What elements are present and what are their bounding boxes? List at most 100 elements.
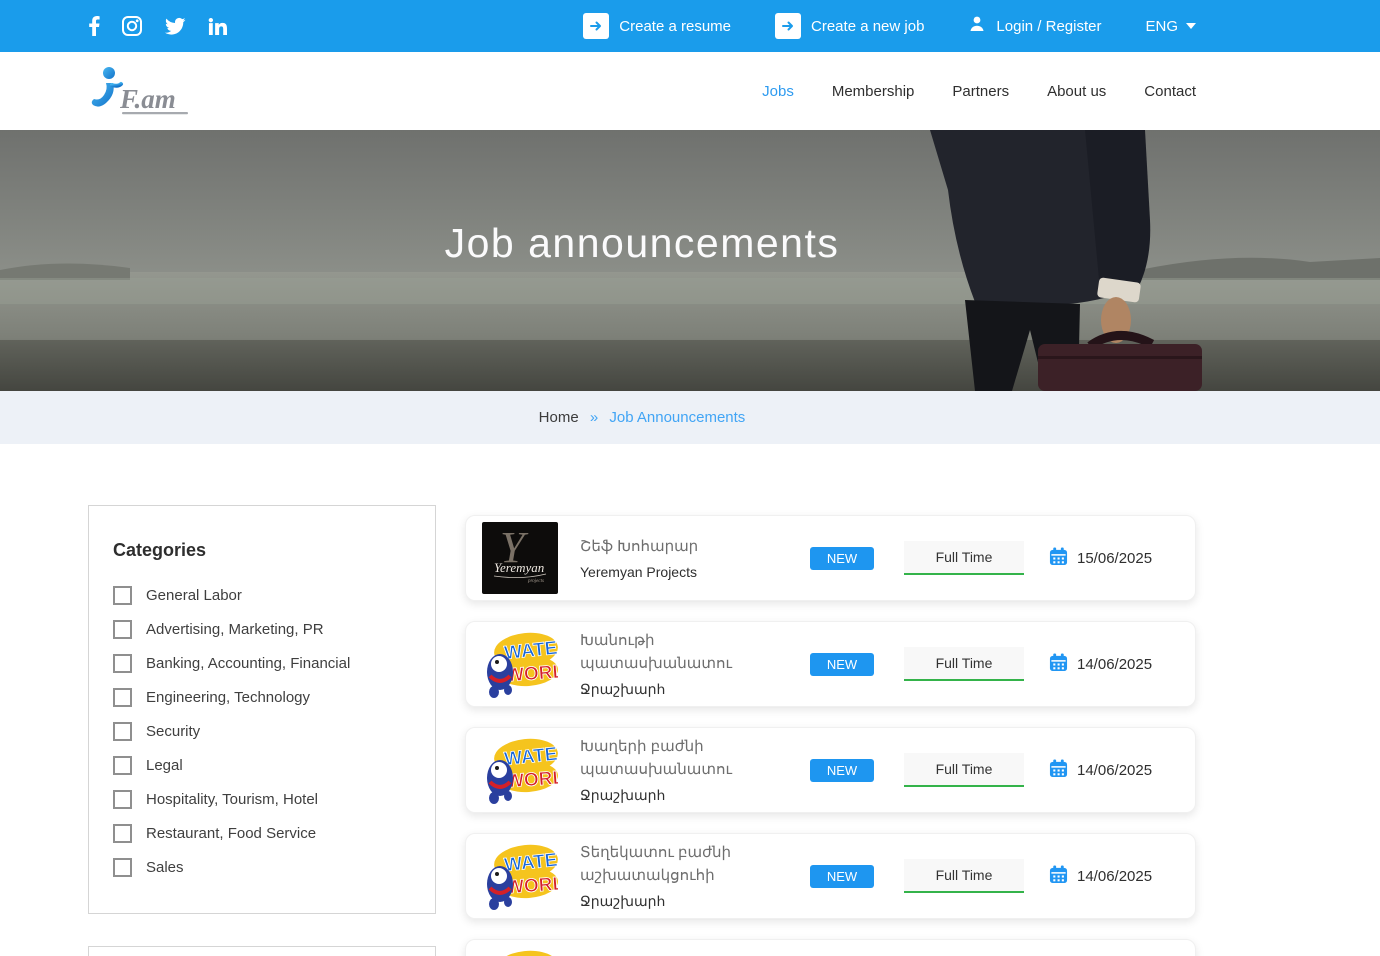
yeremyan-projects-logo: Y Yeremyan projects: [482, 522, 558, 594]
job-card[interactable]: WATER WORLD Տեղեկատու բաժնի աշխատակցուհի…: [465, 833, 1196, 919]
calendar-icon: [1049, 758, 1068, 782]
checkbox[interactable]: [113, 653, 132, 673]
category-row-legal[interactable]: Legal: [113, 755, 411, 775]
job-title[interactable]: Շեֆ Խոհարար: [580, 536, 795, 559]
category-label: Sales: [146, 858, 184, 876]
job-card[interactable]: WATER WORLD Խաղերի բաժնի պատասխանատու Ջր…: [465, 727, 1196, 813]
job-date: 14/06/2025: [1077, 761, 1153, 779]
job-date: 14/06/2025: [1077, 655, 1153, 673]
job-card[interactable]: Y Yeremyan projects Շեֆ Խոհարար Yeremyan…: [465, 515, 1196, 601]
category-row-restaurant[interactable]: Restaurant, Food Service: [113, 823, 411, 843]
employment-type: Full Time: [904, 647, 1024, 681]
top-bar: Create a resume Create a new job Login /…: [0, 0, 1380, 52]
filters-sidebar: Categories General Labor Advertising, Ma…: [88, 505, 436, 956]
job-card[interactable]: WATER WORLD: [465, 939, 1196, 956]
water-world-logo: WATER WORLD: [482, 946, 558, 956]
category-label: Advertising, Marketing, PR: [146, 620, 324, 638]
create-job-label: Create a new job: [811, 17, 925, 35]
instagram-icon[interactable]: [122, 16, 142, 36]
login-register-button[interactable]: Login / Register: [968, 15, 1101, 37]
nav-membership[interactable]: Membership: [832, 83, 915, 100]
categories-box: Categories General Labor Advertising, Ma…: [88, 505, 436, 914]
create-resume-button[interactable]: Create a resume: [583, 13, 731, 39]
nav-partners[interactable]: Partners: [952, 83, 1009, 100]
checkbox[interactable]: [113, 687, 132, 707]
calendar-icon: [1049, 546, 1068, 570]
job-card[interactable]: WATER WORLD Խանութի պատասխանատու Ջրաշխար…: [465, 621, 1196, 707]
new-badge: NEW: [810, 758, 874, 782]
category-row-security[interactable]: Security: [113, 721, 411, 741]
language-label: ENG: [1145, 17, 1178, 35]
main-nav: Jobs Membership Partners About us Contac…: [762, 83, 1196, 100]
nav-about-us[interactable]: About us: [1047, 83, 1106, 100]
water-world-logo: WATER WORLD: [482, 628, 558, 700]
categories-title: Categories: [113, 540, 207, 560]
checkbox[interactable]: [113, 619, 132, 639]
category-row-hospitality[interactable]: Hospitality, Tourism, Hotel: [113, 789, 411, 809]
page-title: Job announcements: [444, 220, 840, 266]
job-company[interactable]: Ջրաշխարհ: [580, 681, 810, 698]
breadcrumb-separator: »: [589, 409, 599, 426]
category-label: Legal: [146, 756, 183, 774]
svg-text:Yeremyan: Yeremyan: [494, 560, 544, 575]
category-label: Security: [146, 722, 201, 740]
category-label: Restaurant, Food Service: [146, 824, 317, 842]
job-company[interactable]: Yeremyan Projects: [580, 564, 810, 580]
water-world-logo: WATER WORLD: [482, 840, 558, 912]
calendar-icon: [1049, 864, 1068, 888]
nav-contact[interactable]: Contact: [1144, 83, 1196, 100]
calendar-icon: [1049, 652, 1068, 676]
breadcrumb-bar: Home » Job Announcements: [0, 391, 1380, 444]
job-title[interactable]: Խանութի պատասխանատու: [580, 630, 795, 675]
create-resume-label: Create a resume: [619, 17, 732, 35]
svg-text:WORLD: WORLD: [505, 661, 558, 687]
breadcrumb-current[interactable]: Job Announcements: [609, 409, 745, 426]
job-title[interactable]: Տեղեկատու բաժնի աշխատակցուհի: [580, 842, 795, 887]
checkbox[interactable]: [113, 755, 132, 775]
create-job-button[interactable]: Create a new job: [775, 13, 924, 39]
language-dropdown[interactable]: ENG: [1145, 18, 1196, 35]
social-links: [88, 16, 227, 36]
category-row-sales[interactable]: Sales: [113, 857, 411, 877]
job-date: 15/06/2025: [1077, 549, 1153, 567]
svg-text:WORLD: WORLD: [505, 873, 558, 899]
category-label: General Labor: [146, 586, 242, 604]
breadcrumb-home-link[interactable]: Home: [539, 409, 579, 426]
category-label: Hospitality, Tourism, Hotel: [146, 790, 319, 808]
category-label: Engineering, Technology: [146, 688, 311, 706]
svg-text:projects: projects: [527, 579, 544, 584]
category-row-engineering[interactable]: Engineering, Technology: [113, 687, 411, 707]
arrow-right-icon: [583, 13, 610, 39]
checkbox[interactable]: [113, 585, 132, 605]
job-company[interactable]: Ջրաշխարհ: [580, 893, 810, 910]
category-label: Banking, Accounting, Financial: [146, 654, 351, 672]
checkbox[interactable]: [113, 857, 132, 877]
checkbox[interactable]: [113, 823, 132, 843]
linkedin-icon[interactable]: [208, 17, 227, 36]
nav-jobs[interactable]: Jobs: [762, 83, 794, 100]
category-row-banking[interactable]: Banking, Accounting, Financial: [113, 653, 411, 673]
job-company[interactable]: Ջրաշխարհ: [580, 787, 810, 804]
checkbox[interactable]: [113, 789, 132, 809]
category-row-advertising[interactable]: Advertising, Marketing, PR: [113, 619, 411, 639]
new-badge: NEW: [810, 864, 874, 888]
facebook-icon[interactable]: [88, 16, 100, 36]
site-header: F.am Jobs Membership Partners About us C…: [0, 52, 1380, 130]
checkbox[interactable]: [113, 721, 132, 741]
employment-type: Full Time: [904, 859, 1024, 893]
job-date: 14/06/2025: [1077, 867, 1153, 885]
category-row-general-labor[interactable]: General Labor: [113, 585, 411, 605]
chevron-down-icon: [1186, 23, 1196, 29]
new-badge: NEW: [810, 546, 874, 570]
job-title[interactable]: Խաղերի բաժնի պատասխանատու: [580, 736, 795, 781]
water-world-logo: WATER WORLD: [482, 734, 558, 806]
breadcrumb: Home » Job Announcements: [88, 409, 1196, 426]
site-logo[interactable]: F.am: [88, 64, 206, 118]
hero-banner: Job announcements: [0, 130, 1380, 391]
job-list: Y Yeremyan projects Շեֆ Խոհարար Yeremyan…: [465, 515, 1196, 956]
twitter-icon[interactable]: [164, 17, 186, 36]
employment-type: Full Time: [904, 753, 1024, 787]
login-register-label: Login / Register: [996, 17, 1102, 35]
svg-text:F.am: F.am: [119, 84, 176, 114]
new-badge: NEW: [810, 652, 874, 676]
